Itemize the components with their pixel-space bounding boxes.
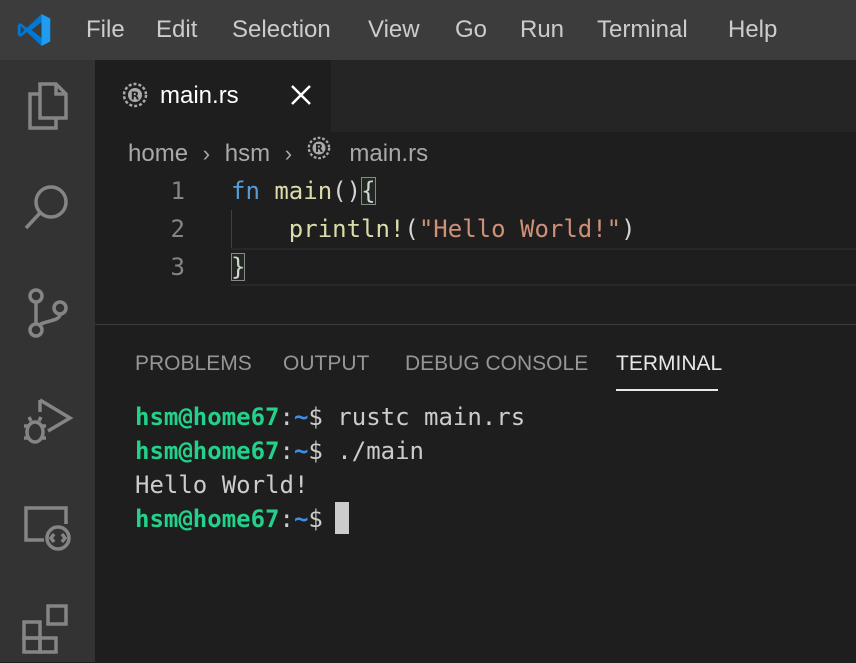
prompt-symbol: $ — [308, 505, 323, 533]
breadcrumb-file[interactable]: main.rs — [349, 138, 428, 170]
prompt-symbol: $ — [308, 437, 323, 465]
extensions-icon[interactable] — [20, 600, 74, 654]
tab-debug-console[interactable]: DEBUG CONSOLE — [405, 351, 588, 377]
source-control-icon[interactable] — [20, 286, 74, 340]
bottom-panel: PROBLEMS OUTPUT DEBUG CONSOLE TERMINAL h… — [95, 324, 856, 663]
tab-label: main.rs — [160, 82, 239, 109]
menu-view[interactable]: View — [368, 14, 420, 46]
svg-text:R: R — [315, 144, 323, 155]
breadcrumb: home › hsm › R main.rs — [128, 136, 428, 168]
code-line-2: println!("Hello World!") — [231, 210, 636, 248]
menu-run[interactable]: Run — [520, 14, 564, 46]
prompt-colon: : — [279, 403, 294, 431]
current-line-highlight — [231, 248, 856, 286]
code-editor[interactable]: 1 2 3 fn main(){ println!("Hello World!"… — [95, 172, 856, 322]
prompt-user: hsm@home67 — [135, 403, 280, 431]
code-line-1: fn main(){ — [231, 172, 376, 210]
rust-file-icon: R — [307, 136, 331, 160]
rust-file-icon: R — [122, 82, 148, 108]
paren-open: ( — [404, 215, 419, 243]
terminal-command: ./main — [322, 437, 425, 465]
string-literal: "Hello World!" — [418, 215, 622, 243]
chevron-right-icon: › — [202, 140, 211, 166]
active-tab-indicator — [616, 389, 718, 391]
brace-open: { — [361, 177, 376, 205]
terminal-cursor — [334, 502, 349, 534]
prompt-colon: : — [279, 505, 294, 533]
terminal-line[interactable]: hsm@home67:~$ — [135, 502, 349, 536]
paren-close: ) — [621, 215, 636, 243]
explorer-icon[interactable] — [20, 78, 74, 132]
terminal-line[interactable]: hsm@home67:~$ rustc main.rs — [135, 400, 525, 434]
remote-explorer-icon[interactable] — [20, 500, 74, 554]
menu-edit[interactable]: Edit — [156, 14, 197, 46]
terminal-command: rustc main.rs — [322, 403, 526, 431]
breadcrumb-hsm[interactable]: hsm — [225, 138, 270, 170]
menu-selection[interactable]: Selection — [232, 14, 331, 46]
tab-problems[interactable]: PROBLEMS — [135, 351, 252, 377]
prompt-path: ~ — [293, 403, 309, 431]
breadcrumb-home[interactable]: home — [128, 138, 188, 170]
menu-help[interactable]: Help — [728, 14, 777, 46]
tab-output[interactable]: OUTPUT — [283, 351, 369, 377]
code-line-3: } — [231, 248, 246, 286]
vscode-logo-icon — [17, 14, 51, 46]
prompt-colon: : — [279, 437, 294, 465]
editor-tab-bar: R main.rs — [95, 60, 856, 132]
punctuation: () — [332, 177, 362, 205]
menu-terminal[interactable]: Terminal — [597, 14, 688, 46]
prompt-symbol: $ — [308, 403, 323, 431]
prompt-path: ~ — [293, 437, 309, 465]
function-name: main — [274, 177, 333, 205]
terminal-line[interactable]: hsm@home67:~$ ./main — [135, 434, 424, 468]
chevron-right-icon: › — [284, 140, 293, 166]
menu-go[interactable]: Go — [455, 14, 487, 46]
prompt-user: hsm@home67 — [135, 505, 280, 533]
line-number: 3 — [170, 253, 185, 281]
line-number: 1 — [170, 177, 185, 205]
keyword-fn: fn — [231, 177, 260, 205]
menu-file[interactable]: File — [86, 14, 125, 46]
brace-close: } — [231, 253, 246, 281]
macro-call: println! — [288, 215, 405, 243]
prompt-path: ~ — [293, 505, 309, 533]
svg-text:R: R — [131, 90, 140, 103]
terminal-output: Hello World! — [135, 471, 309, 499]
prompt-user: hsm@home67 — [135, 437, 280, 465]
run-debug-icon[interactable] — [20, 394, 74, 448]
search-icon[interactable] — [20, 180, 74, 234]
line-number: 2 — [170, 215, 185, 243]
tab-terminal[interactable]: TERMINAL — [616, 351, 722, 377]
tab-main-rs[interactable]: R main.rs — [95, 60, 331, 132]
close-icon[interactable] — [288, 82, 314, 108]
activity-bar — [0, 60, 95, 662]
menu-bar: File Edit Selection View Go Run Terminal… — [0, 0, 856, 60]
